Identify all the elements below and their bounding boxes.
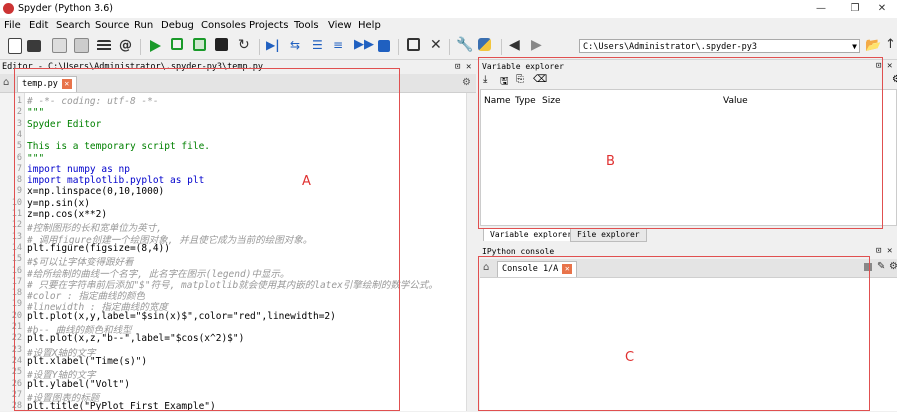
menu-consoles[interactable]: Consoles <box>201 20 246 31</box>
editor-scrollbar[interactable] <box>466 93 477 411</box>
close-window-button[interactable]: ✕ <box>867 0 897 18</box>
annotation-label-a: A <box>302 174 311 189</box>
debug-icon[interactable]: ▶| <box>266 38 280 52</box>
open-file-icon[interactable] <box>27 40 41 52</box>
menu-help[interactable]: Help <box>358 20 381 31</box>
browse-folder-icon[interactable]: 📂 <box>865 38 881 53</box>
toolbar-separator <box>501 39 502 55</box>
clear-console-icon[interactable]: ✎ <box>877 261 885 272</box>
gear-icon[interactable]: ⚙ <box>892 74 897 85</box>
run-selection-icon[interactable] <box>215 38 228 51</box>
back-arrow-icon[interactable]: ◀ <box>509 37 520 53</box>
ipython-title: IPython console <box>482 247 555 256</box>
menu-view[interactable]: View <box>328 20 352 31</box>
annotation-label-b: B <box>606 154 615 169</box>
menu-bar: File Edit Search Source Run Debug Consol… <box>0 18 897 35</box>
toolbar-separator <box>259 39 260 55</box>
run-cell-icon[interactable] <box>171 38 183 50</box>
python-path-icon[interactable] <box>478 38 491 51</box>
menu-search[interactable]: Search <box>56 20 90 31</box>
at-icon[interactable]: @ <box>119 38 132 53</box>
step-into-icon[interactable]: ☰ <box>312 38 323 52</box>
working-directory-value: C:\Users\Administrator\.spyder-py3 <box>583 42 757 52</box>
stop-icon[interactable] <box>378 40 390 52</box>
forward-arrow-icon[interactable]: ▶ <box>531 37 542 53</box>
up-arrow-icon[interactable]: ↑ <box>885 37 896 52</box>
fullscreen-icon[interactable]: ✕ <box>430 37 442 53</box>
browse-tabs-icon[interactable]: ⌂ <box>3 77 9 88</box>
gear-icon[interactable]: ⚙ <box>889 261 897 272</box>
annotation-box-b <box>478 57 883 229</box>
close-pane-icon[interactable]: ✕ <box>887 245 892 258</box>
outline-icon[interactable] <box>97 40 111 52</box>
close-pane-icon[interactable]: ✕ <box>466 60 471 74</box>
toolbar-separator <box>398 39 399 55</box>
tab-file-explorer[interactable]: File explorer <box>570 228 647 242</box>
new-file-icon[interactable] <box>8 38 22 54</box>
minimize-button[interactable]: — <box>806 0 836 18</box>
annotation-box-a <box>14 68 400 411</box>
spyder-app-icon <box>3 3 14 14</box>
step-return-icon[interactable]: ≡ <box>333 38 343 52</box>
preferences-icon[interactable]: 🔧 <box>456 37 473 53</box>
toolbar-separator <box>140 39 141 55</box>
rerun-icon[interactable]: ↻ <box>238 37 250 53</box>
menu-file[interactable]: File <box>4 20 21 31</box>
run-icon[interactable] <box>148 39 162 53</box>
menu-run[interactable]: Run <box>134 20 153 31</box>
menu-edit[interactable]: Edit <box>29 20 48 31</box>
working-directory-input[interactable]: C:\Users\Administrator\.spyder-py3 ▼ <box>579 39 860 53</box>
run-cell-advance-icon[interactable] <box>193 38 206 51</box>
annotation-box-c <box>478 256 870 411</box>
menu-projects[interactable]: Projects <box>249 20 288 31</box>
continue-icon[interactable]: ▶▶ <box>354 37 374 52</box>
menu-source[interactable]: Source <box>95 20 129 31</box>
title-bar: Spyder (Python 3.6) — ❐ ✕ <box>0 0 897 19</box>
undock-icon[interactable]: ⊡ <box>876 245 881 258</box>
step-icon[interactable]: ⇆ <box>290 38 300 52</box>
save-all-icon[interactable] <box>74 38 89 53</box>
window-title: Spyder (Python 3.6) <box>18 3 113 14</box>
menu-tools[interactable]: Tools <box>294 20 319 31</box>
maximize-button[interactable]: ❐ <box>840 0 870 18</box>
save-icon[interactable] <box>52 38 67 53</box>
close-pane-icon[interactable]: ✕ <box>887 60 892 73</box>
undock-icon[interactable]: ⊡ <box>455 60 460 74</box>
variable-explorer-tabs: Variable explorer File explorer <box>480 228 897 242</box>
toolbar-separator <box>449 39 450 55</box>
tab-variable-explorer[interactable]: Variable explorer <box>483 228 579 241</box>
chevron-down-icon[interactable]: ▼ <box>852 40 857 54</box>
gear-icon[interactable]: ⚙ <box>462 77 471 88</box>
menu-debug[interactable]: Debug <box>161 20 194 31</box>
annotation-label-c: C <box>625 350 635 365</box>
maximize-pane-icon[interactable] <box>407 38 420 51</box>
